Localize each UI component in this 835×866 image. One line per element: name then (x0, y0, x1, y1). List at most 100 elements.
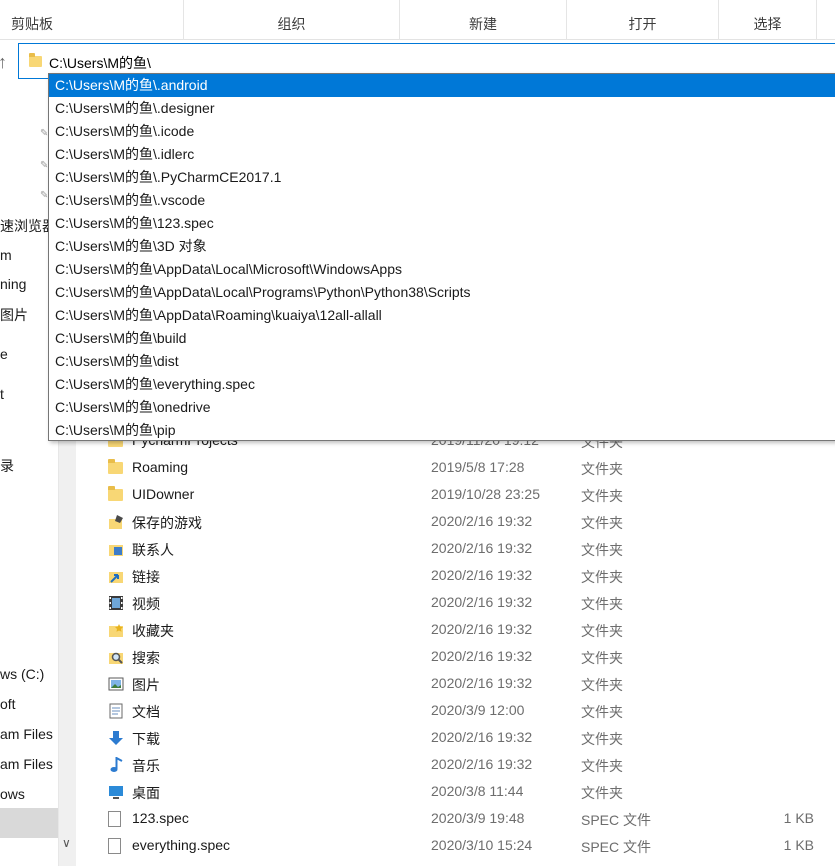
file-type: 文件夹 (581, 731, 623, 747)
autocomplete-item[interactable]: C:\Users\M的鱼\onedrive (49, 396, 835, 419)
file-row[interactable]: 文档 2020/3/9 12:00 文件夹 (78, 697, 835, 724)
file-name: 收藏夹 (132, 623, 174, 639)
nav-item-microsoft[interactable]: oft (0, 696, 16, 712)
autocomplete-item[interactable]: C:\Users\M的鱼\.designer (49, 97, 835, 120)
ribbon-group-new: 新建 (400, 0, 567, 40)
file-type: 文件夹 (581, 542, 623, 558)
file-row[interactable]: PycharmProjects 2019/11/20 19:12 文件夹 (78, 440, 835, 454)
file-type: 文件夹 (581, 488, 623, 504)
ribbon-group-organize: 组织 (184, 0, 400, 40)
downloads-icon (108, 730, 124, 746)
file-icon (108, 838, 121, 854)
file-row[interactable]: everything.spec 2020/3/10 15:24 SPEC 文件 … (78, 832, 835, 859)
autocomplete-item[interactable]: C:\Users\M的鱼\AppData\Local\Microsoft\Win… (49, 258, 835, 281)
file-date: 2020/2/16 19:32 (431, 675, 533, 691)
file-type: 文件夹 (581, 785, 623, 801)
file-row[interactable]: 图片 2020/2/16 19:32 文件夹 (78, 670, 835, 697)
file-name: 桌面 (132, 785, 160, 801)
address-autocomplete-list: C:\Users\M的鱼\.android C:\Users\M的鱼\.desi… (48, 73, 835, 441)
file-name: 文档 (132, 704, 160, 720)
autocomplete-item[interactable]: C:\Users\M的鱼\.idlerc (49, 143, 835, 166)
file-row[interactable]: 收藏夹 2020/2/16 19:32 文件夹 (78, 616, 835, 643)
file-type: 文件夹 (581, 596, 623, 612)
autocomplete-item[interactable]: C:\Users\M的鱼\everything.spec (49, 373, 835, 396)
file-row[interactable]: 链接 2020/2/16 19:32 文件夹 (78, 562, 835, 589)
desktop-icon (108, 784, 124, 800)
nav-item-program-files[interactable]: am Files (0, 726, 53, 742)
file-type: SPEC 文件 (581, 812, 652, 828)
file-date: 2020/2/16 19:32 (431, 594, 533, 610)
autocomplete-item[interactable]: C:\Users\M的鱼\AppData\Local\Programs\Pyth… (49, 281, 835, 304)
file-name: Roaming (132, 459, 189, 475)
nav-item-pictures[interactable]: 图片 (0, 305, 28, 325)
ribbon-group-select: 选择 (719, 0, 817, 40)
nav-item-roaming[interactable]: ning (0, 276, 26, 292)
autocomplete-item[interactable]: C:\Users\M的鱼\build (49, 327, 835, 350)
folder-icon (108, 459, 123, 474)
file-date: 2020/3/9 12:00 (431, 702, 525, 718)
file-row[interactable]: 下载 2020/2/16 19:32 文件夹 (78, 724, 835, 751)
nav-selected-item[interactable] (0, 808, 58, 838)
nav-item-drive-c[interactable]: ws (C:) (0, 666, 44, 682)
file-icon (108, 811, 121, 827)
file-size: 1 KB (783, 837, 814, 853)
autocomplete-item[interactable]: C:\Users\M的鱼\3D 对象 (49, 235, 835, 258)
file-type: 文件夹 (581, 569, 623, 585)
file-row[interactable]: Roaming 2019/5/8 17:28 文件夹 (78, 454, 835, 481)
favorites-icon (108, 622, 124, 638)
file-date: 2019/10/28 23:25 (431, 486, 540, 502)
file-name: UIDowner (132, 486, 195, 502)
file-type: 文件夹 (581, 758, 623, 774)
file-row[interactable]: 保存的游戏 2020/2/16 19:32 文件夹 (78, 508, 835, 535)
address-input[interactable]: C:\Users\M的鱼\ (49, 53, 151, 73)
file-row[interactable]: UIDowner 2019/10/28 23:25 文件夹 (78, 481, 835, 508)
nav-item-e[interactable]: e (0, 346, 8, 362)
file-type: 文件夹 (581, 515, 623, 531)
file-name: 音乐 (132, 758, 160, 774)
file-row[interactable]: 123.spec 2020/3/9 19:48 SPEC 文件 1 KB (78, 805, 835, 832)
file-date: 2020/2/16 19:32 (431, 513, 533, 529)
file-row[interactable]: 联系人 2020/2/16 19:32 文件夹 (78, 535, 835, 562)
file-date: 2020/2/16 19:32 (431, 540, 533, 556)
file-row[interactable]: 搜索 2020/2/16 19:32 文件夹 (78, 643, 835, 670)
file-date: 2020/3/9 19:48 (431, 810, 525, 826)
scroll-down-icon[interactable]: ∨ (62, 836, 71, 850)
file-name: 下载 (132, 731, 160, 747)
nav-item-record[interactable]: 录 (0, 456, 14, 476)
up-arrow-icon[interactable]: ↑ (0, 52, 12, 72)
autocomplete-item[interactable]: C:\Users\M的鱼\.icode (49, 120, 835, 143)
ribbon-group-open: 打开 (567, 0, 719, 40)
nav-scrollbar[interactable] (58, 440, 76, 866)
autocomplete-item[interactable]: C:\Users\M的鱼\AppData\Roaming\kuaiya\12al… (49, 304, 835, 327)
autocomplete-item[interactable]: C:\Users\M的鱼\.android (49, 74, 835, 97)
file-type: 文件夹 (581, 623, 623, 639)
nav-item-windows[interactable]: ows (0, 786, 25, 802)
file-row[interactable]: 音乐 2020/2/16 19:32 文件夹 (78, 751, 835, 778)
file-name: 链接 (132, 569, 160, 585)
autocomplete-item[interactable]: C:\Users\M的鱼\123.spec (49, 212, 835, 235)
file-row[interactable]: 桌面 2020/3/8 11:44 文件夹 (78, 778, 835, 805)
ribbon-group-clipboard: 剪贴板 (0, 0, 184, 40)
file-name: 图片 (132, 677, 160, 693)
file-list: PycharmProjects 2019/11/20 19:12 文件夹 Roa… (78, 440, 835, 866)
videos-icon (108, 595, 124, 611)
file-name: 保存的游戏 (132, 515, 202, 531)
searches-icon (108, 649, 124, 665)
autocomplete-item[interactable]: C:\Users\M的鱼\.PyCharmCE2017.1 (49, 166, 835, 189)
autocomplete-item[interactable]: C:\Users\M的鱼\pip (49, 419, 835, 442)
file-name: everything.spec (132, 837, 231, 853)
autocomplete-item[interactable]: C:\Users\M的鱼\dist (49, 350, 835, 373)
nav-item-t[interactable]: t (0, 386, 4, 402)
file-date: 2020/3/10 15:24 (431, 837, 533, 853)
autocomplete-item[interactable]: C:\Users\M的鱼\.vscode (49, 189, 835, 212)
nav-item-m[interactable]: m (0, 247, 12, 263)
file-row[interactable]: 视频 2020/2/16 19:32 文件夹 (78, 589, 835, 616)
nav-item-program-files-x86[interactable]: am Files (0, 756, 53, 772)
file-type: SPEC 文件 (581, 839, 652, 855)
file-name: 搜索 (132, 650, 160, 666)
ribbon: 剪贴板 组织 新建 打开 选择 (0, 0, 835, 40)
file-date: 2019/5/8 17:28 (431, 459, 525, 475)
file-type: 文件夹 (581, 677, 623, 693)
file-size: 1 KB (783, 810, 814, 826)
documents-icon (108, 703, 124, 719)
